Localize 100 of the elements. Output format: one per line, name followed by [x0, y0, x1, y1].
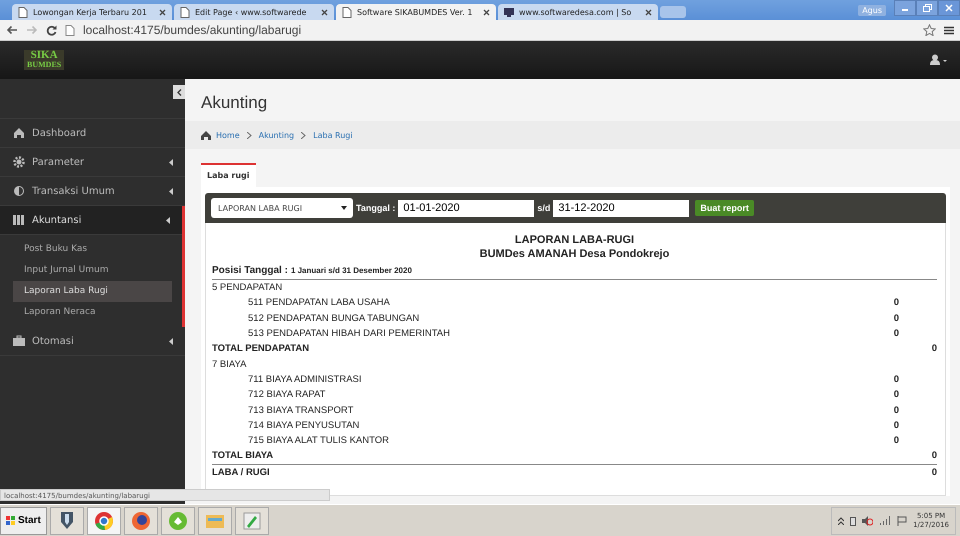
monitor-icon	[504, 6, 514, 18]
maximize-button[interactable]	[916, 0, 938, 16]
report-subtitle: BUMDes AMANAH Desa Pondokrejo	[478, 247, 670, 261]
amount: 0	[894, 389, 899, 400]
taskbar-app-button[interactable]	[124, 506, 158, 534]
account-label: 713 BIAYA TRANSPORT	[247, 404, 354, 416]
account-label: 711 BIAYA ADMINISTRASI	[247, 374, 363, 385]
page-icon	[342, 6, 352, 18]
amount: 0	[894, 404, 899, 416]
battery-icon	[850, 516, 856, 526]
close-icon	[483, 8, 490, 16]
report-title: LAPORAN LABA-RUGI	[514, 233, 636, 247]
account-label: 712 BIAYA RAPAT	[247, 389, 326, 400]
chevron-up-icon	[838, 516, 844, 524]
account-label: TOTAL PENDAPATAN	[212, 343, 310, 354]
caret-icon	[169, 188, 173, 194]
amount: 0	[894, 374, 899, 385]
account-label: 513 PENDAPATAN HIBAH DARI PEMERINTAH	[247, 328, 452, 340]
submenu-item[interactable]: Input Jurnal Umum	[13, 260, 172, 281]
reload-icon	[46, 24, 57, 36]
maximize-icon	[922, 4, 932, 12]
briefcase-icon	[13, 335, 25, 347]
position-value: 1 Januari s/d 31 Desember 2020	[290, 266, 412, 275]
taskbar-app-button[interactable]	[86, 506, 121, 534]
minimize-button[interactable]	[894, 0, 916, 16]
range-label: s/d	[537, 203, 550, 213]
chevron-icon	[246, 132, 252, 138]
dropdown-arrow-icon	[341, 206, 347, 210]
caret-icon	[169, 338, 173, 344]
report-select[interactable]: LAPORAN LABA RUGI	[211, 198, 353, 218]
taskbar-app-button[interactable]	[50, 506, 84, 534]
caret-icon	[169, 158, 173, 166]
forward-arrow-icon	[26, 25, 38, 35]
logo: SIKA BUMDES	[24, 50, 64, 70]
windows-logo-icon	[6, 516, 16, 526]
firefox-icon	[130, 510, 152, 532]
close-icon	[159, 8, 166, 16]
submenu-item[interactable]: Laporan Laba Rugi	[13, 281, 172, 302]
account-label: 715 BIAYA ALAT TULIS KANTOR	[247, 435, 390, 446]
menu-icon	[944, 26, 954, 34]
account-label: 7 BIAYA	[212, 358, 248, 370]
date-from-field[interactable]: 01-01-2020	[398, 200, 534, 216]
amount: 0	[932, 466, 937, 478]
books-icon	[13, 214, 25, 226]
amount: 0	[894, 435, 899, 446]
house-icon	[13, 127, 25, 139]
gear-icon	[13, 156, 25, 168]
collapse-sidebar-button[interactable]	[173, 85, 185, 99]
breadcrumb-link[interactable]: Laba Rugi	[313, 130, 353, 140]
amount: 0	[894, 420, 899, 431]
amount: 0	[894, 312, 899, 324]
chevron-icon	[301, 132, 306, 138]
position-label: Posisi Tanggal :	[212, 265, 288, 276]
sidebar-item[interactable]: Otomasi	[0, 327, 185, 356]
submenu-item[interactable]: Laporan Neraca	[13, 302, 172, 323]
browser-tab[interactable]: Software SIKABUMDES Ver. 1	[336, 4, 496, 20]
submenu-item[interactable]: Post Buku Kas	[13, 239, 172, 260]
account-label: TOTAL BIAYA	[212, 450, 274, 462]
account-label: 512 PENDAPATAN BUNGA TABUNGAN	[247, 312, 420, 324]
sidebar-item[interactable]: Akuntansi	[0, 206, 182, 235]
account-label: LABA / RUGI	[212, 466, 271, 478]
house-icon	[201, 130, 211, 140]
page-title: Akunting	[200, 92, 268, 114]
date-label: Tanggal :	[356, 203, 396, 213]
amount: 0	[932, 343, 937, 354]
tab[interactable]: Laba rugi	[201, 163, 256, 187]
page-icon	[180, 6, 190, 18]
half-circle-icon	[13, 185, 25, 197]
amount: 0	[894, 328, 899, 340]
account-label: 5 PENDAPATAN	[212, 282, 284, 294]
close-button[interactable]	[938, 0, 960, 16]
browser-tab[interactable]: Edit Page ‹ www.softwarede	[174, 4, 334, 20]
breadcrumb-link[interactable]: Home	[216, 130, 240, 140]
close-icon	[321, 8, 328, 16]
amount: 0	[932, 450, 937, 462]
date-to-field[interactable]: 31-12-2020	[553, 200, 690, 216]
amount: 0	[894, 297, 899, 308]
back-arrow-icon	[6, 25, 18, 35]
account-label: 511 PENDAPATAN LABA USAHA	[247, 297, 391, 308]
user-badge: Agus	[858, 4, 886, 16]
start-button[interactable]: Start	[0, 506, 47, 534]
chrome-icon	[92, 510, 115, 532]
caret-icon	[166, 216, 170, 224]
muted-speaker-icon	[862, 516, 874, 526]
user-icon	[930, 54, 948, 66]
browser-tab[interactable]: www.softwaredesa.com | So	[498, 4, 658, 20]
page-icon	[65, 24, 75, 36]
browser-tab[interactable]: Lowongan Kerja Terbaru 201	[12, 4, 172, 20]
pencil-icon	[240, 510, 263, 532]
breadcrumb-link[interactable]: Akunting	[258, 130, 294, 140]
star-icon	[923, 24, 936, 36]
account-label: 714 BIAYA PENYUSUTAN	[247, 420, 360, 431]
create-report-button[interactable]: Buat report	[695, 200, 754, 216]
chevron-left-icon	[176, 88, 182, 96]
page-icon	[18, 6, 28, 18]
flag-icon	[897, 516, 908, 526]
close-icon	[944, 4, 954, 12]
signal-bars-icon	[879, 516, 892, 526]
close-icon	[645, 8, 652, 16]
disc-app-icon	[166, 510, 189, 532]
